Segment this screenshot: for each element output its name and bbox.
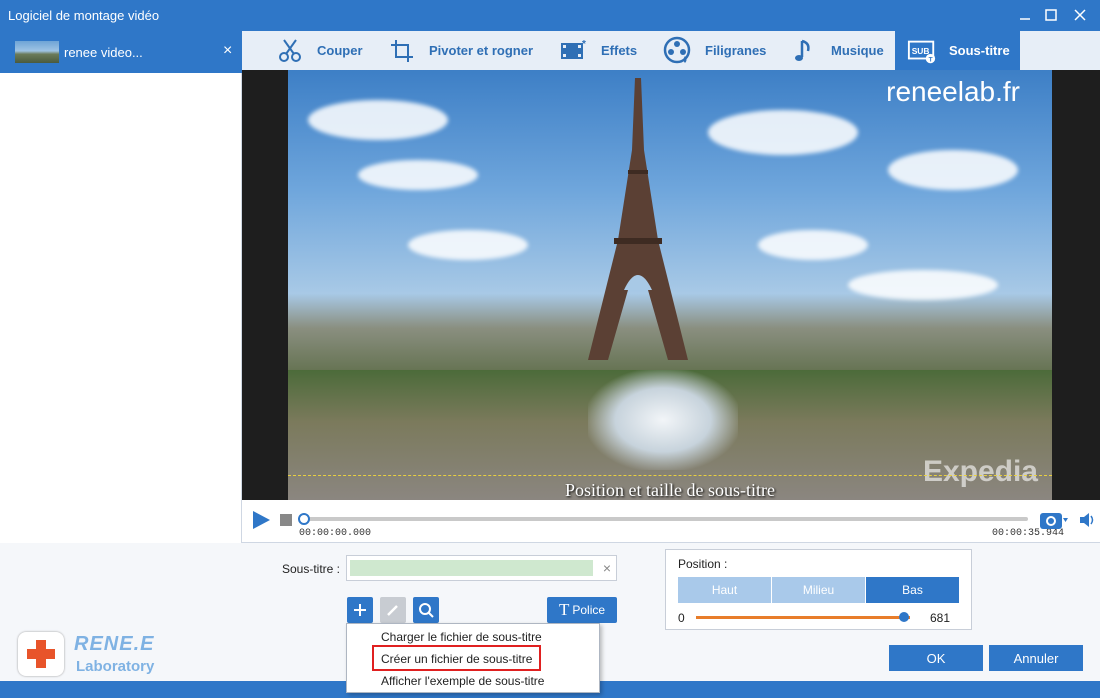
- tab-label: Musique: [831, 43, 884, 58]
- position-label: Position :: [678, 557, 728, 571]
- search-icon: [419, 603, 434, 618]
- subtitle-guide-line: [288, 475, 1052, 476]
- eiffel-tower-image: [588, 78, 688, 360]
- minimize-icon: [1020, 18, 1030, 20]
- crop-icon: [387, 36, 417, 66]
- volume-button[interactable]: [1078, 510, 1098, 530]
- volume-icon: [1080, 513, 1094, 527]
- tab-sous-titre[interactable]: SUB T Sous-titre: [895, 31, 1020, 70]
- subtitle-label: Sous-titre :: [282, 562, 341, 576]
- close-window-button[interactable]: [1068, 4, 1092, 26]
- cloud-shape: [888, 150, 1018, 190]
- subtitle-icon: SUB T: [907, 36, 937, 66]
- menu-item-load-subtitle[interactable]: Charger le fichier de sous-titre: [381, 630, 542, 644]
- camera-icon: [1040, 513, 1068, 529]
- subtitle-input-fill: [350, 560, 593, 576]
- app-window: Logiciel de montage vidéo renee video...…: [0, 0, 1100, 698]
- subtitle-preview[interactable]: Position et taille de sous-titre: [288, 480, 1052, 500]
- file-close-button[interactable]: ×: [223, 42, 232, 60]
- font-button-label: Police: [572, 603, 606, 617]
- cloud-shape: [708, 110, 858, 155]
- svg-text:*: *: [582, 39, 586, 50]
- position-bottom-button[interactable]: Bas: [866, 577, 959, 603]
- effects-icon: *: [559, 36, 589, 66]
- search-subtitle-button[interactable]: [413, 597, 439, 623]
- player-controls: 00:00:00.000 00:00:35.944: [242, 500, 1100, 543]
- cloud-shape: [308, 100, 448, 140]
- cancel-button[interactable]: Annuler: [989, 645, 1083, 671]
- tab-couper[interactable]: Couper: [275, 31, 363, 70]
- file-tab[interactable]: renee video... ×: [0, 31, 242, 73]
- seek-handle[interactable]: [298, 513, 310, 525]
- menu-item-show-example[interactable]: Afficher l'exemple de sous-titre: [381, 674, 544, 688]
- tab-label: Pivoter et rogner: [429, 43, 534, 58]
- add-subtitle-button[interactable]: [347, 597, 373, 623]
- file-name: renee video...: [64, 45, 143, 60]
- fountain-shape: [588, 370, 738, 470]
- stop-button[interactable]: [280, 514, 292, 526]
- cloud-shape: [848, 270, 998, 300]
- minimize-button[interactable]: [1013, 4, 1037, 26]
- position-middle-button[interactable]: Milieu: [772, 577, 865, 603]
- seek-bar[interactable]: [298, 513, 1028, 525]
- video-watermark: reneelab.fr: [886, 76, 1020, 107]
- logo-subtitle: Laboratory: [76, 658, 155, 675]
- pencil-icon: [387, 605, 398, 616]
- subtitle-input[interactable]: ×: [346, 555, 617, 581]
- plus-icon: [354, 604, 366, 616]
- tab-label: Filigranes: [705, 43, 767, 58]
- tab-label: Sous-titre: [949, 43, 1010, 58]
- tab-label: Effets: [601, 43, 638, 58]
- tab-musique[interactable]: Musique: [789, 31, 884, 70]
- maximize-icon: [1045, 9, 1057, 21]
- video-preview: reneelab.fr Expedia Position et taille d…: [242, 70, 1100, 500]
- tab-label: Couper: [317, 43, 363, 58]
- video-frame: reneelab.fr Expedia Position et taille d…: [288, 70, 1052, 500]
- play-icon: [253, 511, 270, 529]
- position-panel: Position : Haut Milieu Bas 0 681: [665, 549, 972, 630]
- svg-text:T: T: [929, 56, 933, 63]
- tab-pivoter-rogner[interactable]: Pivoter et rogner: [387, 31, 533, 70]
- edit-subtitle-button[interactable]: [380, 597, 406, 623]
- position-slider-handle[interactable]: [898, 612, 909, 622]
- position-min-value: 0: [678, 611, 685, 625]
- window-title: Logiciel de montage vidéo: [8, 8, 160, 23]
- tab-effets[interactable]: * Effets: [559, 31, 637, 70]
- title-bar: Logiciel de montage vidéo: [0, 0, 1100, 31]
- video-thumbnail: [15, 41, 59, 63]
- ok-button[interactable]: OK: [889, 645, 983, 671]
- position-slider[interactable]: [696, 612, 910, 622]
- menu-item-create-subtitle[interactable]: Créer un fichier de sous-titre: [381, 652, 532, 666]
- clear-subtitle-button[interactable]: ×: [603, 560, 611, 576]
- play-button[interactable]: [250, 509, 272, 531]
- music-icon: [789, 36, 819, 66]
- position-top-button[interactable]: Haut: [678, 577, 771, 603]
- subtitle-context-menu: Charger le fichier de sous-titre Créer u…: [346, 623, 600, 693]
- current-time: 00:00:00.000: [299, 528, 372, 539]
- scissors-icon: [275, 36, 305, 66]
- logo-cross-icon: [18, 632, 64, 676]
- cloud-shape: [408, 230, 528, 260]
- position-max-value: 681: [930, 611, 951, 625]
- tab-filigranes[interactable]: Filigranes: [663, 31, 766, 70]
- file-list-panel: renee video... ×: [0, 31, 242, 543]
- cloud-shape: [358, 160, 478, 190]
- cloud-shape: [758, 230, 868, 260]
- edit-toolbar: Couper Pivoter et rogner * Effets Filigr…: [242, 31, 1100, 70]
- close-icon: [1074, 9, 1086, 21]
- logo-brand: RENE.E: [74, 633, 155, 655]
- font-icon: T: [558, 600, 570, 619]
- watermark-icon: [663, 36, 693, 66]
- snapshot-button[interactable]: [1038, 508, 1068, 532]
- svg-text:SUB: SUB: [912, 45, 930, 55]
- rene-logo: RENE.E Laboratory: [16, 630, 166, 680]
- maximize-button[interactable]: [1039, 4, 1063, 26]
- font-button[interactable]: T Police: [547, 597, 617, 623]
